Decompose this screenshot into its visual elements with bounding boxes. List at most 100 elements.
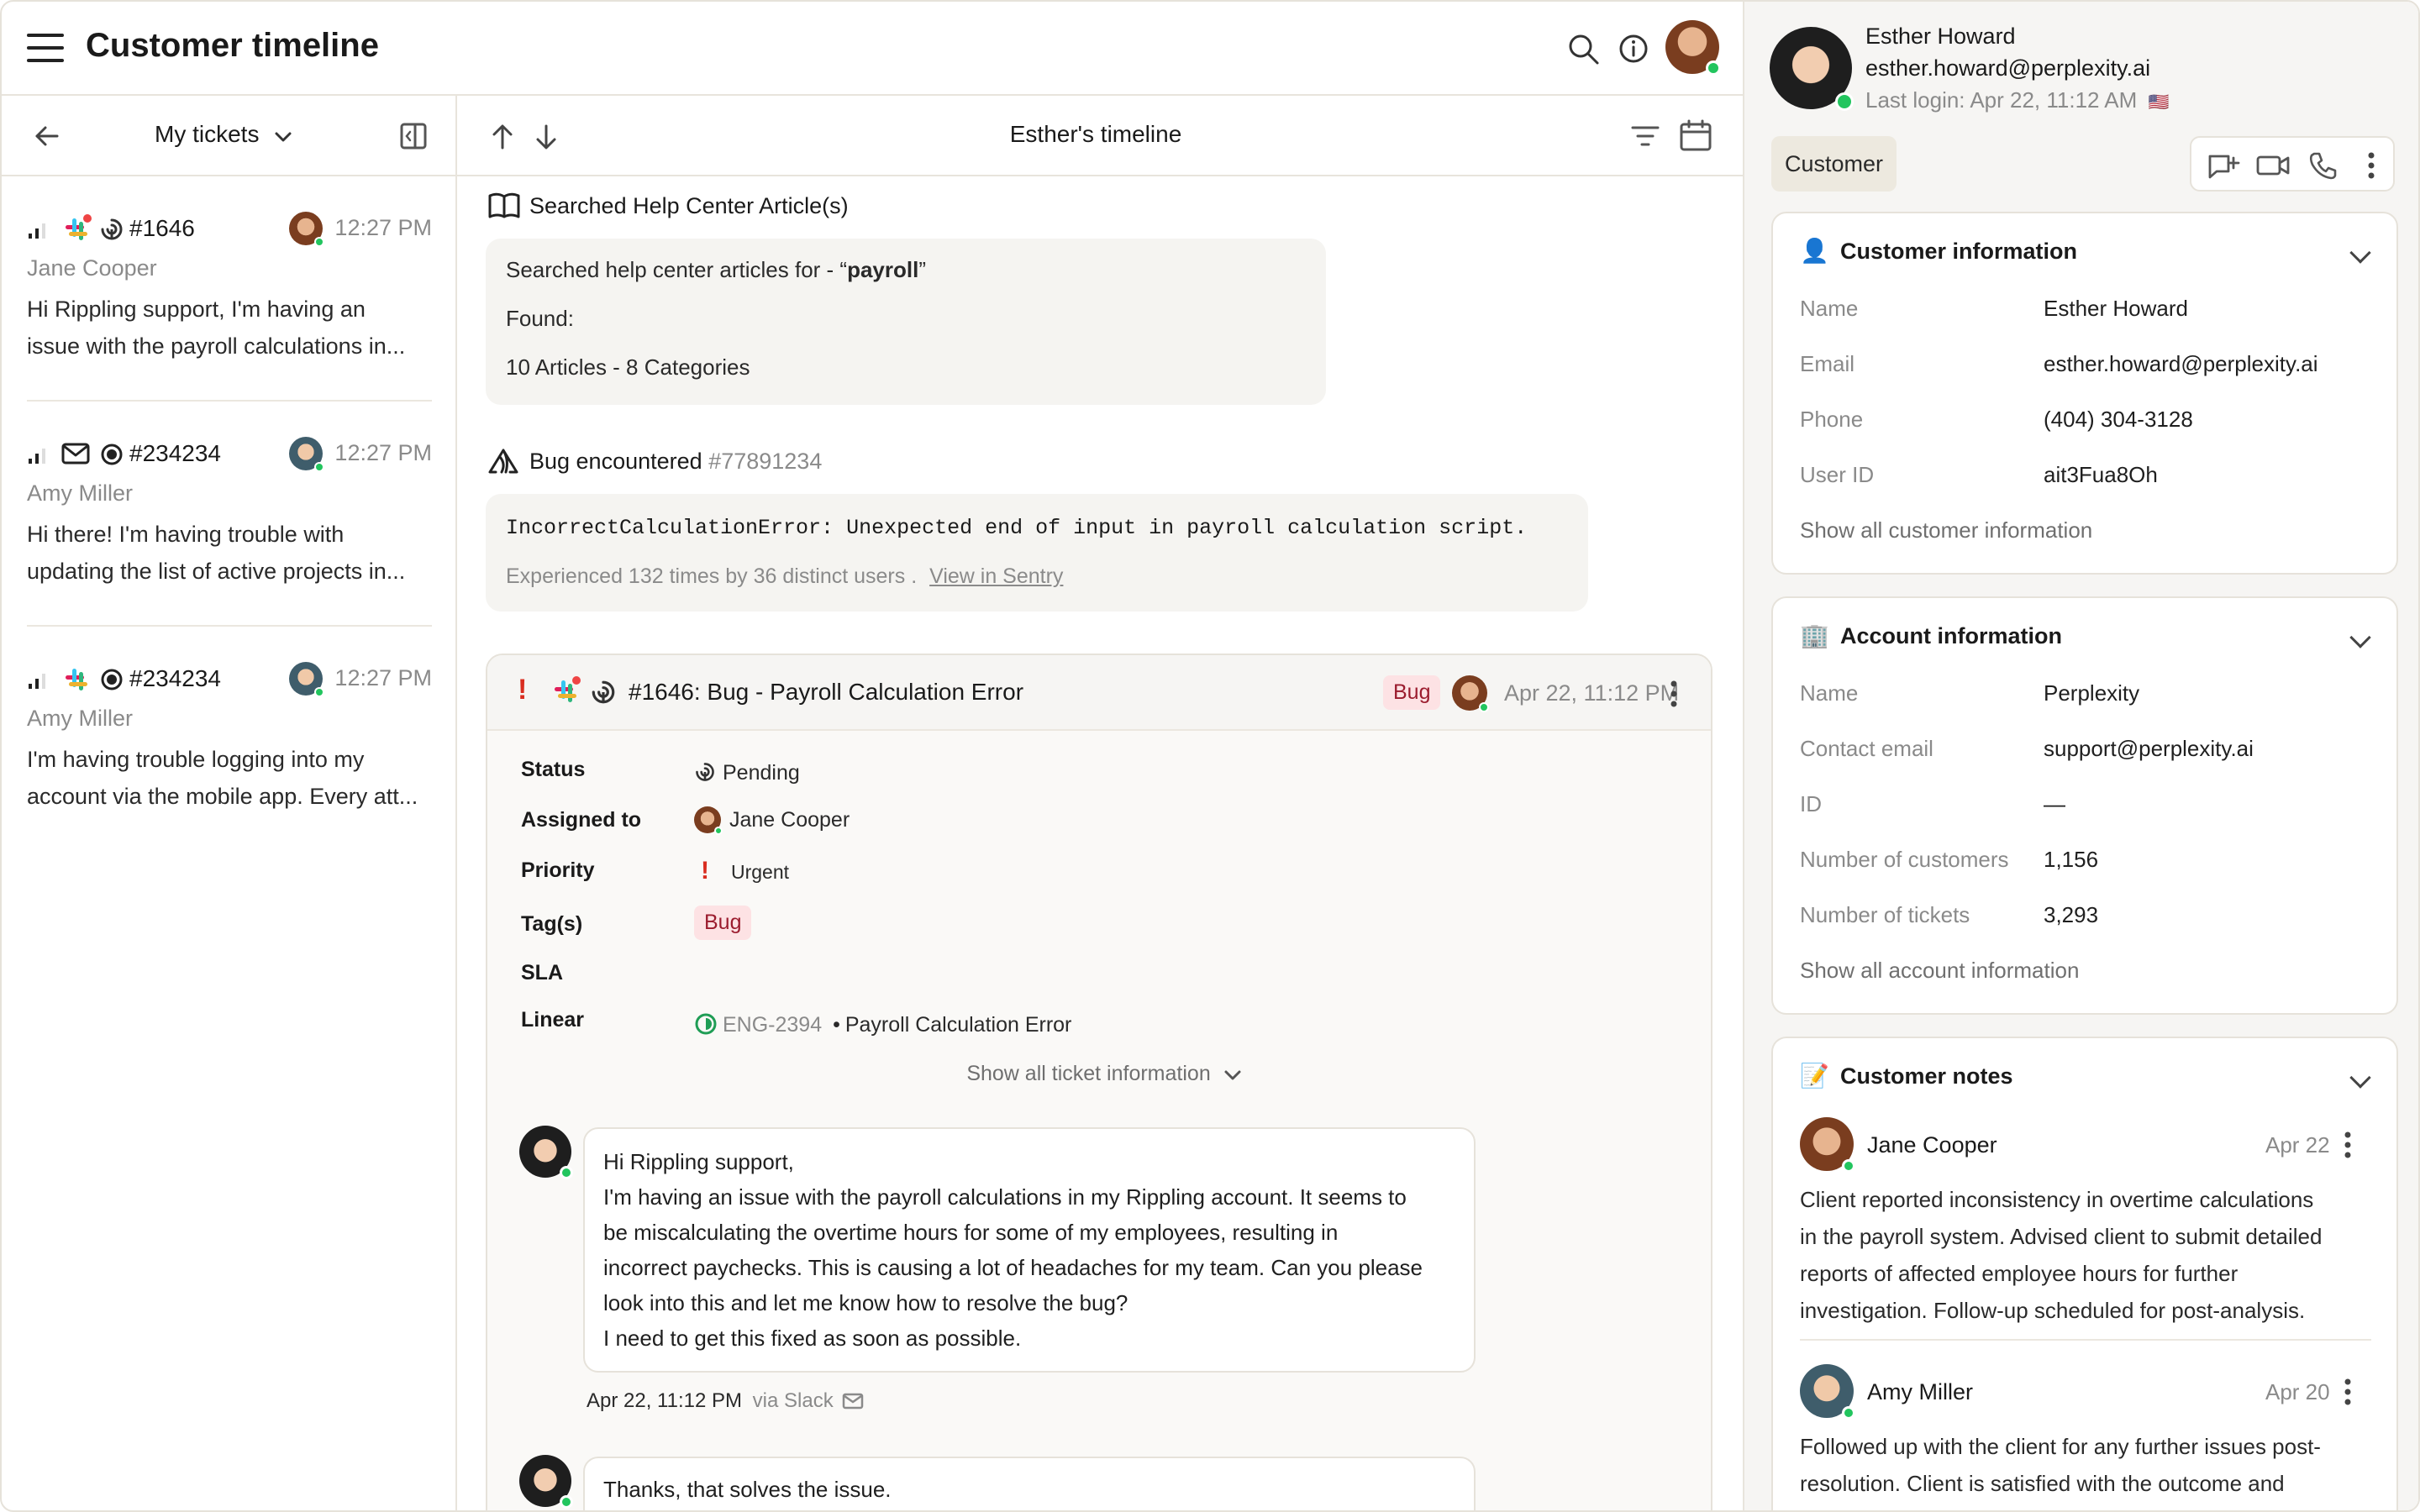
note-line: resolution. Client is satisfied with the…: [1800, 1471, 2285, 1496]
ticket-list-header: My tickets: [2, 96, 455, 176]
help-search-card: Searched help center articles for - “pay…: [486, 239, 1326, 405]
snippet-line: updating the list of active projects in.…: [27, 559, 406, 584]
video-call-icon[interactable]: [2255, 151, 2291, 180]
calendar-icon[interactable]: [1679, 119, 1712, 153]
status-text: Pending: [723, 761, 800, 785]
bug-tag: Bug: [694, 906, 752, 940]
assignee-avatar: [694, 806, 723, 835]
phone-value: (404) 304-3128: [2044, 407, 2193, 432]
chevron-down-icon[interactable]: [2349, 1067, 2371, 1089]
ticket-card: ! #1646: Bug - Payroll Calculation Error…: [486, 654, 1712, 1510]
tickets-count-label: Number of tickets: [1800, 902, 1970, 927]
tags-label: Tag(s): [521, 912, 583, 936]
show-all-account-info-link[interactable]: Show all account information: [1800, 958, 2079, 984]
snippet-line: issue with the payroll calculations in..…: [27, 333, 406, 359]
help-search-prefix: Searched help center articles for - “: [506, 257, 848, 282]
ticket-customer: Amy Miller: [27, 706, 133, 731]
app-window: Customer timeline My tickets #1646 12:27…: [0, 0, 2420, 1512]
ticket-time: 12:27 PM: [334, 440, 432, 465]
note-author-avatar: [1800, 1364, 1855, 1420]
show-all-label: Show all ticket information: [966, 1062, 1211, 1085]
email-value: esther.howard@perplexity.ai: [2044, 351, 2318, 376]
message-line: I'm having an issue with the payroll cal…: [603, 1184, 1407, 1210]
note-date: Apr 20: [2265, 1379, 2330, 1404]
sentry-icon: [488, 449, 518, 474]
collapse-panel-icon[interactable]: [398, 121, 429, 151]
more-vertical-icon[interactable]: [2343, 1378, 2353, 1406]
timeline-title: Esther's timeline: [1009, 121, 1182, 147]
message-line: incorrect paychecks. This is causing a l…: [603, 1255, 1423, 1280]
show-all-customer-info-link[interactable]: Show all customer information: [1800, 517, 2092, 543]
linear-value[interactable]: ENG-2394 • Payroll Calculation Error: [694, 1008, 1071, 1037]
ticket-time: 12:27 PM: [334, 215, 432, 240]
message-line: Hi Rippling support,: [603, 1149, 794, 1174]
linear-title: Payroll Calculation Error: [844, 1013, 1072, 1037]
phone-icon[interactable]: [2307, 151, 2338, 180]
message-timestamp: Apr 22, 11:12 PM: [587, 1389, 742, 1412]
ticket-list-item[interactable]: #234234 12:27 PM Amy Miller Hi there! I'…: [27, 433, 432, 627]
ticket-filter-label: My tickets: [155, 121, 260, 147]
search-icon[interactable]: [1565, 30, 1602, 67]
bug-occurrence-text: Experienced 132 times by 36 distinct use…: [506, 564, 918, 588]
timeline-panel: Esther's timeline Searched Help Center A…: [457, 96, 1743, 1510]
note-body: Followed up with the client for any furt…: [1800, 1428, 2371, 1502]
chevron-down-icon[interactable]: [2349, 242, 2371, 264]
ticket-card-body: Status Pending Assigned to Jane Cooper P…: [487, 731, 1711, 1510]
ticket-filter-dropdown[interactable]: My tickets: [155, 121, 292, 148]
assigned-value[interactable]: Jane Cooper: [694, 806, 850, 835]
customer-info-card: 👤 Customer information Name Esther Howar…: [1771, 212, 2398, 575]
message-line: look into this and let me know how to re…: [603, 1290, 1128, 1315]
more-vertical-icon[interactable]: [2366, 151, 2376, 180]
note-line: investigation. Follow-up scheduled for p…: [1800, 1298, 2306, 1323]
page-title: Customer timeline: [86, 27, 379, 64]
bug-occurrences: Experienced 132 times by 36 distinct use…: [506, 564, 1063, 589]
book-icon: [488, 192, 520, 218]
new-chat-icon[interactable]: [2207, 151, 2240, 180]
bug-card: IncorrectCalculationError: Unexpected en…: [486, 494, 1588, 612]
pending-status-icon: [696, 763, 714, 781]
divider: [27, 625, 432, 627]
timeline-header: Esther's timeline: [457, 96, 1743, 176]
bug-id: #77891234: [708, 449, 823, 474]
contact-actions: [2190, 136, 2395, 192]
show-all-ticket-info-button[interactable]: Show all ticket information: [487, 1062, 1711, 1086]
assignee-avatar: [1452, 675, 1489, 712]
filter-icon[interactable]: [1630, 123, 1660, 150]
ticket-customer: Amy Miller: [27, 480, 133, 506]
more-vertical-icon[interactable]: [1669, 679, 1679, 709]
note-line: in the payroll system. Advised client to…: [1800, 1224, 2323, 1249]
note-date: Apr 22: [2265, 1132, 2330, 1158]
tags-value[interactable]: Bug: [694, 906, 752, 940]
info-icon[interactable]: [1615, 30, 1652, 67]
ticket-list-item[interactable]: #1646 12:27 PM Jane Cooper Hi Rippling s…: [27, 208, 432, 402]
chevron-down-icon[interactable]: [2349, 627, 2371, 648]
signal-icon: [29, 449, 45, 464]
ticket-list-item[interactable]: #234234 12:27 PM Amy Miller I'm having t…: [27, 659, 432, 852]
customer-avatar: [1770, 27, 1854, 111]
user-avatar[interactable]: [1665, 20, 1721, 76]
divider: [27, 400, 432, 402]
message-channel: via Slack: [752, 1389, 834, 1412]
back-arrow-icon[interactable]: [32, 121, 62, 151]
message-text: Thanks, that solves the issue.: [603, 1477, 892, 1502]
more-vertical-icon[interactable]: [2343, 1131, 2353, 1159]
message-line: be miscalculating the overtime hours for…: [603, 1220, 1339, 1245]
account-name-value: Perplexity: [2044, 680, 2140, 706]
linear-separator: •: [833, 1013, 840, 1037]
note-body: Client reported inconsistency in overtim…: [1800, 1181, 2371, 1329]
signal-icon: [29, 674, 45, 689]
user-id-label: User ID: [1800, 462, 1875, 487]
bug-title-text: Bug encountered: [529, 449, 702, 474]
pending-status-icon: [101, 218, 123, 240]
mail-icon: [843, 1393, 864, 1410]
view-in-sentry-link[interactable]: View in Sentry: [929, 564, 1063, 588]
menu-icon[interactable]: [27, 34, 64, 62]
priority-label: Priority: [521, 858, 595, 882]
priority-value[interactable]: ! Urgent: [694, 857, 789, 885]
status-value[interactable]: Pending: [694, 758, 800, 785]
message-meta: Apr 22, 11:12 PM via Slack: [587, 1389, 864, 1413]
assignee-avatar: [289, 212, 324, 247]
mail-icon: [61, 443, 90, 465]
open-status-icon: [101, 444, 123, 465]
chevron-down-icon: [275, 132, 292, 142]
